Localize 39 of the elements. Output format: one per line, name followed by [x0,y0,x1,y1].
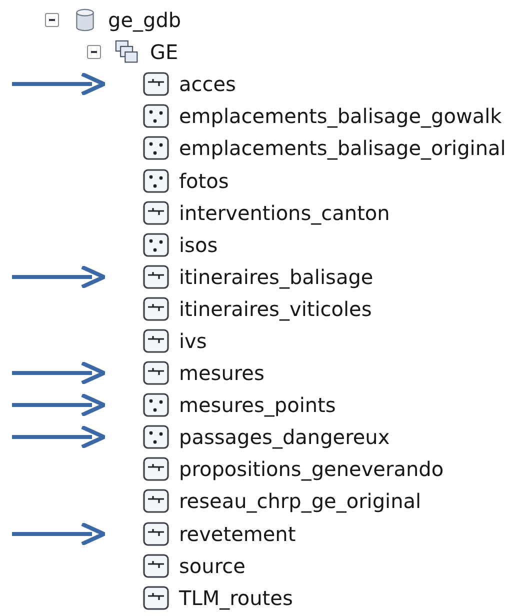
feature-dataset-icon [114,40,140,64]
tree-item-label[interactable]: mesures [179,361,264,386]
tree-item-label[interactable]: source [179,554,246,578]
point-layer-icon [143,232,169,257]
point-layer-icon [143,168,169,193]
tree-item-label[interactable]: passages_dangereux [179,425,390,450]
tree-item-label[interactable]: isos [179,232,218,257]
line-layer-icon [143,586,169,610]
tree-item-label[interactable]: revetement [179,522,296,546]
tree-item-label[interactable]: reseau_chrp_ge_original [179,489,422,514]
tree-item-label[interactable]: mesures_points [179,393,336,418]
tree-item-label[interactable]: ge_gdb [108,8,182,32]
collapse-toggle[interactable] [45,13,59,28]
line-layer-icon [143,264,169,289]
line-layer-icon [143,522,169,546]
line-layer-icon [143,457,169,482]
tree-item-label[interactable]: interventions_canton [179,200,390,225]
tree-item-label[interactable]: itineraires_viticoles [179,296,372,321]
tree-item-label[interactable]: propositions_geneverando [179,457,444,482]
point-layer-icon [143,136,169,160]
tree-item-label[interactable]: itineraires_balisage [179,264,374,289]
tree-item-label[interactable]: GE [150,40,178,64]
point-layer-icon [143,104,169,128]
tree-item-label[interactable]: acces [179,72,236,96]
tree-item-label[interactable]: emplacements_balisage_original [179,136,506,160]
tree-item-label[interactable]: TLM_routes [179,586,293,610]
tree-item-label[interactable]: fotos [179,168,229,193]
collapse-toggle[interactable] [87,45,101,60]
tree-item-label[interactable]: emplacements_balisage_gowalk [179,104,502,128]
line-layer-icon [143,200,169,225]
line-layer-icon [143,361,169,386]
point-layer-icon [143,425,169,450]
point-layer-icon [143,393,169,418]
tree-item-label[interactable]: ivs [179,328,207,353]
line-layer-icon [143,489,169,514]
line-layer-icon [143,554,169,578]
line-layer-icon [143,328,169,353]
line-layer-icon [143,296,169,321]
line-layer-icon [143,72,169,96]
